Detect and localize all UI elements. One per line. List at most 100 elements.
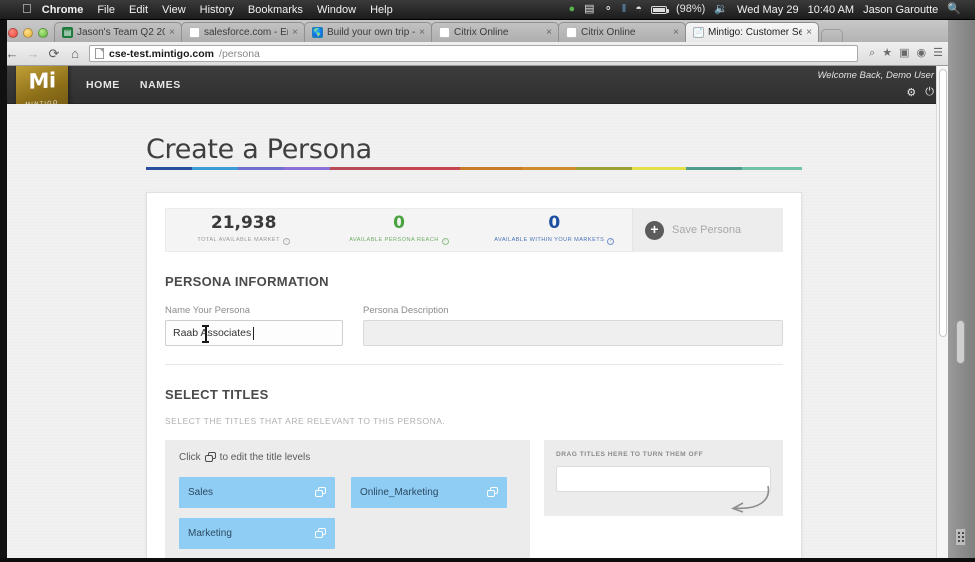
chrome-window: ▤ Jason's Team Q2 2013 Mi × ☁ salesforce… <box>0 20 948 562</box>
adblock-icon[interactable]: ◉ <box>917 48 927 59</box>
display-icon[interactable]: ▤ <box>584 4 594 15</box>
tab-close-icon[interactable]: × <box>292 27 298 38</box>
select-titles-heading: SELECT TITLES <box>165 387 269 402</box>
tab-close-icon[interactable]: × <box>419 27 425 38</box>
os-menu-bar:  Chrome File Edit View History Bookmark… <box>0 0 975 20</box>
bookmark-star-icon[interactable]: ★ <box>882 48 892 59</box>
tab-citrix-online-1[interactable]: ✸ Citrix Online × <box>431 22 559 42</box>
menu-bar-date: Wed May 29 <box>737 3 799 16</box>
window-controls <box>4 28 54 42</box>
save-persona-button[interactable]: + Save Persona <box>631 209 782 251</box>
layers-icon[interactable] <box>315 487 326 498</box>
reload-button[interactable]: ⟳ <box>47 47 61 60</box>
timemachine-icon[interactable]: ⚬ <box>604 4 613 15</box>
title-chip-grid: Sales Online_Marketing Marketing <box>179 477 515 549</box>
url-path: /persona <box>219 47 260 60</box>
page-scrollbar[interactable] <box>936 66 948 562</box>
chrome-menu-icon[interactable]: ☰ <box>933 48 943 59</box>
zoom-window-button[interactable] <box>38 28 48 38</box>
header-icons: ⚙ ⏻ <box>906 86 934 99</box>
back-button[interactable]: ← <box>5 47 19 60</box>
dropbox-icon[interactable]: ● <box>569 4 576 15</box>
tab-close-icon[interactable]: × <box>806 27 812 38</box>
minimize-window-button[interactable] <box>23 28 33 38</box>
zoom-search-icon[interactable]: ⌕ <box>869 48 875 59</box>
drag-titles-label: DRAG TITLES HERE TO TURN THEM OFF <box>556 451 704 458</box>
tab-build-your-own-trip[interactable]: 🌎 Build your own trip - San × <box>304 22 432 42</box>
search-icon[interactable]: 🔍 <box>947 4 961 15</box>
tab-mintigo-customer-search[interactable]: 📄 Mintigo: Customer Search × <box>685 22 819 42</box>
outer-scrollbar-thumb[interactable] <box>956 320 965 364</box>
stat-total-available-market: 21,938 TOTAL AVAILABLE MARKET? <box>166 209 321 251</box>
tab-jasons-team[interactable]: ▤ Jason's Team Q2 2013 Mi × <box>54 22 182 42</box>
wifi-icon[interactable]: ◓ <box>635 4 642 15</box>
help-icon[interactable]: ? <box>282 237 290 245</box>
page-scrollbar-thumb[interactable] <box>939 69 947 337</box>
menu-bar-user[interactable]: Jason Garoutte <box>863 4 938 16</box>
chip-label: Marketing <box>188 528 232 539</box>
text-caret <box>253 326 255 340</box>
title-chip-sales[interactable]: Sales <box>179 477 335 508</box>
help-icon[interactable]: ? <box>607 237 615 245</box>
title-chip-marketing[interactable]: Marketing <box>179 518 335 549</box>
titles-row: Click to edit the title levels Sales Onl… <box>165 440 783 562</box>
persona-fields: Name Your Persona Raab Associates Person… <box>165 305 783 346</box>
title-chip-online-marketing[interactable]: Online_Marketing <box>351 477 507 508</box>
home-button[interactable]: ⌂ <box>68 47 82 60</box>
click-hint-after: to edit the title levels <box>219 452 311 463</box>
tab-close-icon[interactable]: × <box>546 27 552 38</box>
citrix-icon: ✸ <box>439 27 450 38</box>
layers-icon[interactable] <box>487 487 498 498</box>
forward-button[interactable]: → <box>26 47 40 60</box>
drag-titles-pane[interactable]: DRAG TITLES HERE TO TURN THEM OFF <box>544 440 783 516</box>
apple-icon[interactable]:  <box>22 2 32 15</box>
logo-mark: Mi <box>28 68 56 94</box>
tab-salesforce[interactable]: ☁ salesforce.com - Enterpri × <box>181 22 305 42</box>
nav-item-home[interactable]: HOME <box>86 79 120 91</box>
window-bottom-edge <box>0 558 975 562</box>
power-icon[interactable]: ⏻ <box>925 86 934 99</box>
stat-value: 0 <box>393 213 405 233</box>
volume-icon[interactable]: 🔉 <box>714 4 728 15</box>
menu-item-bookmarks[interactable]: Bookmarks <box>248 4 303 16</box>
rainbow-segment <box>146 167 192 171</box>
page-title-block: Create a Persona <box>146 135 802 171</box>
menu-item-edit[interactable]: Edit <box>129 4 148 16</box>
stat-label: AVAILABLE WITHIN YOUR MARKETS? <box>494 236 615 245</box>
menu-item-file[interactable]: File <box>97 4 115 16</box>
menu-bar-time: 10:40 AM <box>807 3 855 16</box>
extension-icon[interactable]: ▣ <box>899 48 909 59</box>
help-icon[interactable]: ? <box>441 237 449 245</box>
click-hint: Click to edit the title levels <box>179 452 516 463</box>
persona-description-label: Persona Description <box>363 305 449 316</box>
screen:  Chrome File Edit View History Bookmark… <box>0 0 975 562</box>
tab-close-icon[interactable]: × <box>169 27 175 38</box>
battery-icon[interactable] <box>650 5 669 14</box>
menu-item-chrome[interactable]: Chrome <box>42 4 84 16</box>
layers-icon[interactable] <box>315 528 326 539</box>
site-header: Mi MINTIGO HOME NAMES Welcome Back, Demo… <box>0 66 948 120</box>
menu-item-view[interactable]: View <box>162 4 186 16</box>
persona-description-input[interactable] <box>363 320 783 346</box>
tab-title: Jason's Team Q2 2013 Mi <box>77 27 165 38</box>
tab-close-icon[interactable]: × <box>673 27 679 38</box>
gear-icon[interactable]: ⚙ <box>906 86 916 99</box>
tab-title: Build your own trip - San <box>327 27 416 38</box>
rainbow-segment <box>238 167 284 171</box>
rainbow-segment <box>284 167 330 171</box>
site-nav: HOME NAMES <box>86 66 181 104</box>
tab-citrix-online-2[interactable]: ✸ Citrix Online × <box>558 22 686 42</box>
save-persona-label: Save Persona <box>671 224 742 236</box>
menu-item-history[interactable]: History <box>200 4 234 16</box>
resize-grip[interactable] <box>955 528 966 546</box>
nav-item-names[interactable]: NAMES <box>140 79 181 91</box>
close-window-button[interactable] <box>8 28 18 38</box>
new-tab-button[interactable] <box>821 29 843 42</box>
page-info-icon[interactable] <box>95 48 104 59</box>
address-bar[interactable]: cse-test.mintigo.com/persona <box>89 45 859 62</box>
persona-card: 21,938 TOTAL AVAILABLE MARKET? 0 AVAILAB… <box>146 192 802 562</box>
persona-name-input[interactable]: Raab Associates <box>165 320 343 346</box>
menu-item-help[interactable]: Help <box>370 4 393 16</box>
bluetooth-icon[interactable]: ‖ <box>622 4 627 15</box>
menu-item-window[interactable]: Window <box>317 4 356 16</box>
